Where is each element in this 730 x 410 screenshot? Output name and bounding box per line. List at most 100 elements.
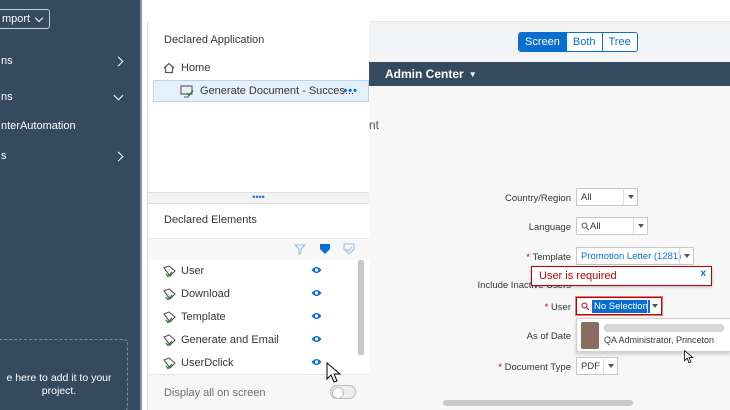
chevron-down-icon bbox=[34, 13, 44, 22]
eye-icon[interactable] bbox=[311, 289, 322, 300]
display-all-label: Display all on screen bbox=[164, 386, 266, 399]
chevron-right-icon bbox=[113, 56, 124, 66]
element-label: Download bbox=[181, 288, 230, 300]
element-row-userdclick[interactable]: UserDclick bbox=[163, 353, 353, 373]
import-label: mport bbox=[1, 13, 31, 25]
sidebar-item-label: nterAutomation bbox=[1, 120, 76, 132]
element-row-generate-and-email[interactable]: Generate and Email bbox=[163, 330, 353, 350]
document-type-label-text: Document Type bbox=[504, 362, 571, 373]
template-select[interactable]: Promotion Letter (1281) bbox=[576, 247, 694, 265]
user-value: No Selection bbox=[592, 299, 650, 313]
caret-down-icon[interactable]: ▼ bbox=[469, 70, 477, 79]
declared-elements-title: Declared Elements bbox=[164, 214, 257, 226]
drop-hint-line2: project. bbox=[41, 385, 77, 397]
splitter-grip: •••• bbox=[252, 192, 265, 202]
panel-splitter[interactable]: •••• bbox=[148, 192, 369, 204]
country-value: All bbox=[581, 191, 592, 203]
view-screen-button[interactable]: Screen bbox=[519, 33, 566, 51]
sidebar-scrollbar[interactable] bbox=[140, 0, 142, 410]
as-of-date-label: As of Date bbox=[526, 331, 571, 342]
required-mark: * bbox=[544, 302, 549, 313]
elements-scrollbar[interactable] bbox=[358, 260, 364, 355]
selected-item-label: Generate Document - Succes... bbox=[200, 85, 355, 97]
document-type-select[interactable]: PDF bbox=[576, 357, 618, 375]
language-select[interactable]: All bbox=[576, 217, 648, 235]
chevron-down-icon bbox=[623, 189, 637, 205]
eye-icon[interactable] bbox=[311, 335, 322, 346]
error-popover: User is required x bbox=[531, 266, 712, 286]
tag-check-icon[interactable] bbox=[343, 243, 355, 258]
left-sidebar: mport ns ns nterAutomation s e here to a… bbox=[0, 0, 142, 410]
element-row-download[interactable]: Download bbox=[163, 284, 353, 304]
app-title[interactable]: Admin Center bbox=[385, 67, 464, 81]
sidebar-item-label: s bbox=[1, 150, 7, 162]
tree-item-generate-document[interactable]: Generate Document - Succes... ••• bbox=[153, 80, 369, 102]
element-label: UserDclick bbox=[181, 357, 234, 369]
user-input[interactable]: No Selection bbox=[575, 296, 663, 316]
element-label: Template bbox=[181, 311, 226, 323]
element-tag-icon bbox=[163, 356, 176, 370]
screen-preview: Screen Both Tree Admin Center ▼ nt Count… bbox=[369, 22, 730, 410]
eye-icon[interactable] bbox=[311, 312, 322, 323]
country-label: Country/Region bbox=[504, 193, 571, 204]
import-button[interactable]: mport bbox=[0, 9, 50, 29]
element-row-template[interactable]: Template bbox=[163, 307, 353, 327]
suggestion-name: QA Administrator, Princeton bbox=[604, 335, 715, 345]
sidebar-item-label: ns bbox=[1, 91, 13, 103]
search-icon bbox=[581, 302, 590, 310]
element-row-user[interactable]: User bbox=[163, 261, 353, 281]
avatar bbox=[581, 322, 599, 349]
template-label-text: Template bbox=[532, 252, 571, 263]
eye-icon[interactable] bbox=[311, 358, 322, 369]
sidebar-item-1[interactable]: ns bbox=[0, 46, 142, 76]
view-both-button[interactable]: Both bbox=[565, 33, 602, 51]
element-tag-icon bbox=[163, 264, 176, 278]
chevron-down-icon bbox=[603, 358, 617, 374]
close-icon[interactable]: x bbox=[700, 268, 706, 279]
sidebar-item-2[interactable]: ns bbox=[0, 82, 142, 112]
mouse-cursor-icon bbox=[684, 350, 694, 364]
app-header: Admin Center ▼ bbox=[369, 62, 730, 86]
template-value: Promotion Letter (1281) bbox=[581, 250, 682, 262]
tree-item-home[interactable]: Home bbox=[148, 58, 369, 78]
sidebar-item-3[interactable]: nterAutomation bbox=[0, 111, 142, 141]
drop-zone[interactable]: e here to add it to your project. bbox=[0, 339, 128, 410]
element-label: Generate and Email bbox=[181, 334, 279, 346]
drop-hint-line1: e here to add it to your bbox=[6, 372, 112, 384]
document-type-value: PDF bbox=[581, 360, 600, 372]
blurred-text bbox=[604, 324, 724, 332]
horizontal-scrollbar[interactable] bbox=[443, 400, 633, 406]
document-type-label: * Document Type bbox=[461, 362, 571, 373]
required-mark: * bbox=[526, 252, 530, 263]
filter-icon[interactable] bbox=[293, 243, 307, 258]
user-label: * User bbox=[461, 302, 571, 313]
declared-application-title: Declared Application bbox=[164, 34, 265, 46]
language-value: All bbox=[590, 220, 601, 232]
mouse-cursor-icon bbox=[326, 362, 342, 383]
tag-filled-icon[interactable] bbox=[319, 243, 331, 258]
display-all-toggle[interactable] bbox=[330, 385, 356, 399]
error-message: User is required bbox=[539, 270, 617, 282]
template-label: * Template bbox=[461, 252, 571, 263]
view-tree-button[interactable]: Tree bbox=[601, 33, 637, 51]
page-title-fragment: nt bbox=[369, 118, 380, 132]
screen-icon bbox=[180, 84, 194, 97]
language-label: Language bbox=[528, 222, 571, 233]
panel-divider bbox=[147, 22, 148, 410]
element-tag-icon bbox=[163, 310, 176, 324]
search-icon bbox=[581, 222, 590, 230]
element-tag-icon bbox=[163, 333, 176, 347]
more-options-icon[interactable]: ••• bbox=[343, 85, 358, 97]
chevron-down-icon bbox=[113, 90, 124, 100]
sidebar-item-4[interactable]: s bbox=[0, 141, 142, 171]
user-label-text: User bbox=[550, 302, 571, 313]
eye-icon[interactable] bbox=[311, 266, 322, 277]
view-switch: Screen Both Tree bbox=[518, 32, 638, 52]
element-tag-icon bbox=[163, 287, 176, 301]
user-suggestion-list[interactable]: QA Administrator, Princeton bbox=[576, 318, 730, 352]
elements-toolbar bbox=[148, 238, 369, 260]
home-label: Home bbox=[181, 62, 211, 74]
chevron-down-icon bbox=[679, 248, 693, 264]
declared-panel: Declared Application Home Generate Docum… bbox=[148, 0, 369, 410]
country-select[interactable]: All bbox=[576, 188, 638, 206]
